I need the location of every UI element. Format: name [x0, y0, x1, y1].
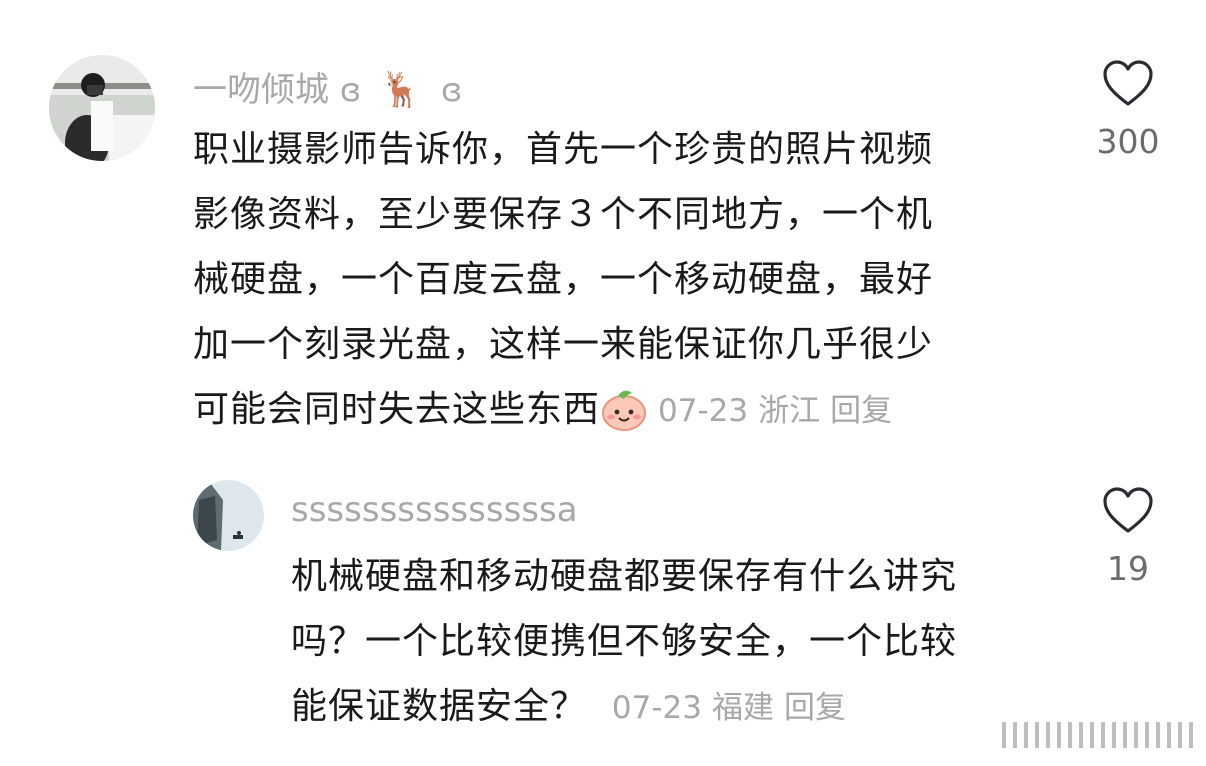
heart-icon[interactable]: [1102, 487, 1154, 535]
username-ornament-right: ɞ: [441, 71, 463, 109]
comment-line: 能保证数据安全？: [291, 686, 588, 727]
commenter-avatar[interactable]: [49, 55, 155, 161]
peach-face-emoji-icon: [600, 387, 648, 452]
comment-line: 影像资料，至少要保存３个不同地方，一个机: [193, 194, 934, 235]
comment-line: 机械硬盘和移动硬盘都要保存有什么讲究: [291, 556, 958, 597]
comment-line: 吗？一个比较便携但不够安全，一个比较: [291, 621, 958, 662]
deer-emoji-icon: 🦌: [379, 70, 423, 110]
comment-last-line: 能保证数据安全？ 07-23 福建 回复: [291, 674, 1071, 741]
reply-commenter-avatar[interactable]: [193, 480, 264, 551]
like-button[interactable]: 19: [1073, 487, 1183, 588]
like-button[interactable]: 300: [1073, 60, 1183, 161]
comment-meta: 07-23 浙江 回复: [658, 393, 902, 429]
comment-line: 可能会同时失去这些东西: [193, 389, 601, 430]
like-count: 300: [1096, 122, 1160, 161]
comment-line: 械硬盘，一个百度云盘，一个移动硬盘，最好: [193, 259, 934, 300]
like-count: 19: [1107, 549, 1149, 588]
commenter-username[interactable]: 一吻倾城 ɞ 🦌 ɞ: [193, 62, 462, 111]
comment-location: 浙江: [758, 393, 821, 429]
comment-date: 07-23: [658, 393, 749, 429]
comment-location: 福建: [712, 690, 774, 726]
comment-line: 加一个刻录光盘，这样一来能保证你几乎很少: [193, 324, 934, 365]
username-text: 一吻倾城: [193, 70, 329, 110]
comment-date: 07-23: [611, 690, 702, 726]
heart-icon[interactable]: [1102, 60, 1154, 108]
scroll-indicator: [1002, 722, 1198, 748]
comment-text: 职业摄影师告诉你，首先一个珍贵的照片视频 影像资料，至少要保存３个不同地方，一个…: [193, 117, 1073, 452]
comment-line: 职业摄影师告诉你，首先一个珍贵的照片视频: [193, 129, 934, 170]
comment-meta: 07-23 福建 回复: [612, 690, 856, 726]
comment-last-line: 可能会同时失去这些东西 07-23 浙江 回复: [193, 377, 1073, 452]
username-ornament-left: ɞ: [339, 71, 362, 109]
reply-username[interactable]: sssssssssssssssa: [291, 490, 578, 530]
avatar-photo-icon: [193, 480, 264, 551]
reply-button[interactable]: 回复: [784, 690, 846, 726]
reply-button[interactable]: 回复: [830, 393, 892, 429]
avatar-photo-icon: [49, 55, 155, 161]
reply-text: 机械硬盘和移动硬盘都要保存有什么讲究 吗？一个比较便携但不够安全，一个比较 能保…: [291, 544, 1071, 741]
